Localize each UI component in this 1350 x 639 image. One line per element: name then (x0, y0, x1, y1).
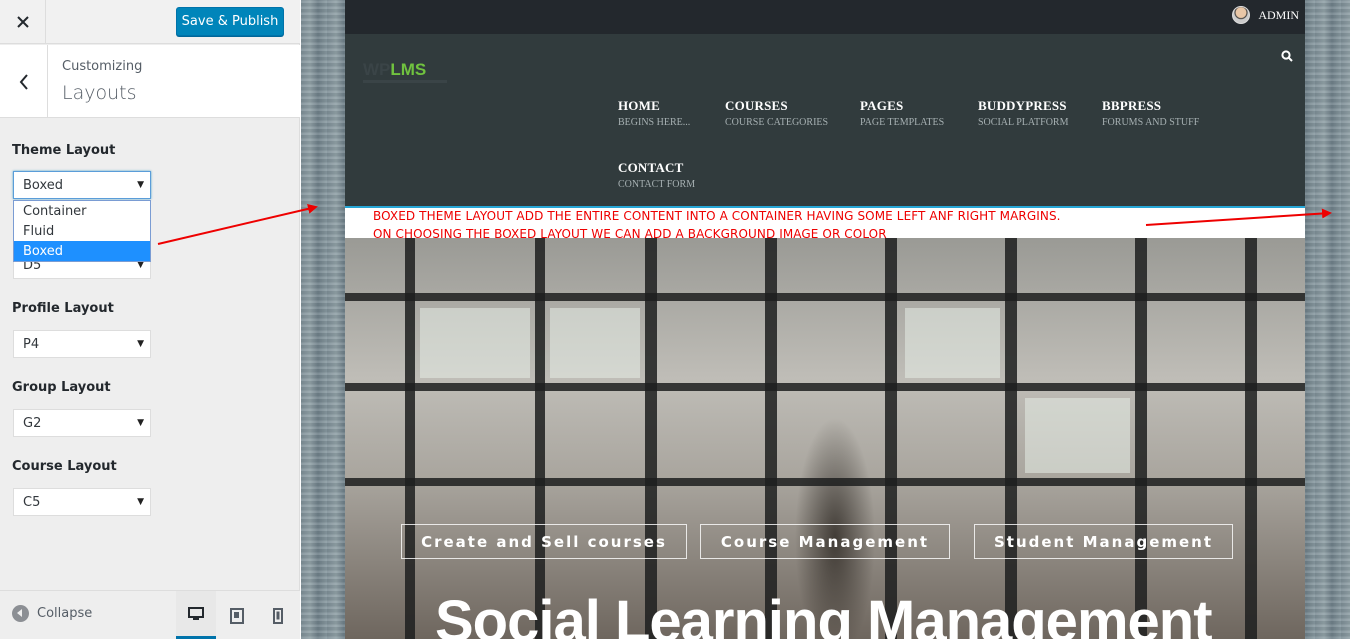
group-layout-label: Group Layout (12, 380, 111, 395)
profile-layout-select[interactable]: P4 ▼ (13, 330, 151, 358)
site-header: WPLMS HOME BEGINS HERE... COURSES COURSE… (345, 34, 1305, 206)
group-layout-value: G2 (23, 415, 42, 431)
site-logo[interactable]: WPLMS (363, 60, 426, 80)
mobile-icon[interactable] (258, 591, 298, 639)
customizer-header: Save & Publish (0, 0, 300, 44)
boxed-container: ADMIN WPLMS HOME BEGINS HERE... COURSES … (345, 0, 1305, 639)
customizer-footer: Collapse (0, 590, 300, 639)
option-container[interactable]: Container (14, 201, 150, 221)
admin-bar: ADMIN (345, 0, 1305, 34)
window-pane (550, 308, 640, 378)
nav-courses[interactable]: COURSES COURSE CATEGORIES (725, 98, 828, 128)
save-publish-button[interactable]: Save & Publish (176, 7, 284, 36)
search-icon[interactable] (1281, 49, 1293, 67)
nav-sublabel: BEGINS HERE... (618, 117, 691, 128)
logo-lms: LMS (390, 60, 427, 79)
hero-course-management-button[interactable]: Course Management (700, 524, 950, 559)
back-icon[interactable] (0, 45, 48, 118)
annotation-note: BOXED THEME LAYOUT ADD THE ENTIRE CONTEN… (345, 208, 1305, 241)
logo-wp: WP (363, 60, 391, 79)
nav-label: COURSES (725, 98, 788, 113)
dropdown-arrow-icon: ▼ (137, 497, 144, 507)
collapse-button[interactable]: Collapse (12, 605, 92, 622)
nav-contact[interactable]: CONTACT CONTACT FORM (618, 160, 695, 190)
nav-label: BUDDYPRESS (978, 98, 1067, 113)
window-frame (345, 478, 1305, 486)
avatar (1232, 6, 1251, 24)
theme-layout-value: Boxed (23, 177, 64, 193)
nav-label: CONTACT (618, 160, 684, 175)
logo-tagline (363, 80, 447, 83)
section-header: Customizing Layouts (0, 45, 300, 118)
window-frame (345, 293, 1305, 301)
customizer-sidebar: Save & Publish Customizing Layouts Theme… (0, 0, 300, 639)
tablet-icon[interactable] (217, 591, 257, 639)
dropdown-arrow-icon: ▼ (137, 180, 144, 190)
window-pane (905, 308, 1000, 378)
collapse-icon (12, 605, 29, 622)
option-boxed[interactable]: Boxed (14, 241, 150, 261)
window-frame (345, 383, 1305, 391)
nav-sublabel: SOCIAL PLATFORM (978, 117, 1069, 128)
desktop-icon[interactable] (176, 591, 216, 639)
window-pane (1025, 398, 1130, 473)
hero-student-management-button[interactable]: Student Management (974, 524, 1233, 559)
hero-title: Social Learning Management (435, 589, 1213, 639)
dropdown-arrow-icon: ▼ (137, 339, 144, 349)
admin-name: ADMIN (1258, 7, 1299, 22)
profile-layout-value: P4 (23, 336, 40, 352)
admin-user-menu[interactable]: ADMIN (1232, 6, 1299, 24)
profile-layout-label: Profile Layout (12, 301, 114, 316)
course-layout-select[interactable]: C5 ▼ (13, 488, 151, 516)
theme-layout-label: Theme Layout (12, 143, 116, 158)
nav-bbpress[interactable]: BBPRESS FORUMS AND STUFF (1102, 98, 1199, 128)
hero-create-sell-button[interactable]: Create and Sell courses (401, 524, 687, 559)
nav-home[interactable]: HOME BEGINS HERE... (618, 98, 690, 128)
collapse-label: Collapse (37, 606, 93, 621)
course-layout-label: Course Layout (12, 459, 117, 474)
nav-sublabel: PAGE TEMPLATES (860, 117, 945, 128)
window-pane (420, 308, 530, 378)
nav-sublabel: COURSE CATEGORIES (725, 117, 829, 128)
nav-label: HOME (618, 98, 660, 113)
hero-banner: Create and Sell courses Course Managemen… (345, 238, 1305, 639)
theme-layout-options: Container Fluid Boxed (13, 200, 151, 262)
site-preview: ADMIN WPLMS HOME BEGINS HERE... COURSES … (301, 0, 1350, 639)
theme-layout-select[interactable]: Boxed ▼ (13, 171, 151, 199)
annotation-line-1: BOXED THEME LAYOUT ADD THE ENTIRE CONTEN… (373, 209, 1061, 223)
nav-label: PAGES (860, 98, 904, 113)
nav-label: BBPRESS (1102, 98, 1162, 113)
nav-sublabel: FORUMS AND STUFF (1102, 117, 1200, 128)
nav-buddypress[interactable]: BUDDYPRESS SOCIAL PLATFORM (978, 98, 1068, 128)
nav-sublabel: CONTACT FORM (618, 179, 696, 190)
option-fluid[interactable]: Fluid (14, 221, 150, 241)
nav-pages[interactable]: PAGES PAGE TEMPLATES (860, 98, 944, 128)
close-icon[interactable] (0, 0, 46, 44)
section-title: Layouts (62, 82, 137, 104)
dropdown-arrow-icon: ▼ (137, 418, 144, 428)
group-layout-select[interactable]: G2 ▼ (13, 409, 151, 437)
breadcrumb: Customizing (62, 59, 143, 74)
course-layout-value: C5 (23, 494, 41, 510)
